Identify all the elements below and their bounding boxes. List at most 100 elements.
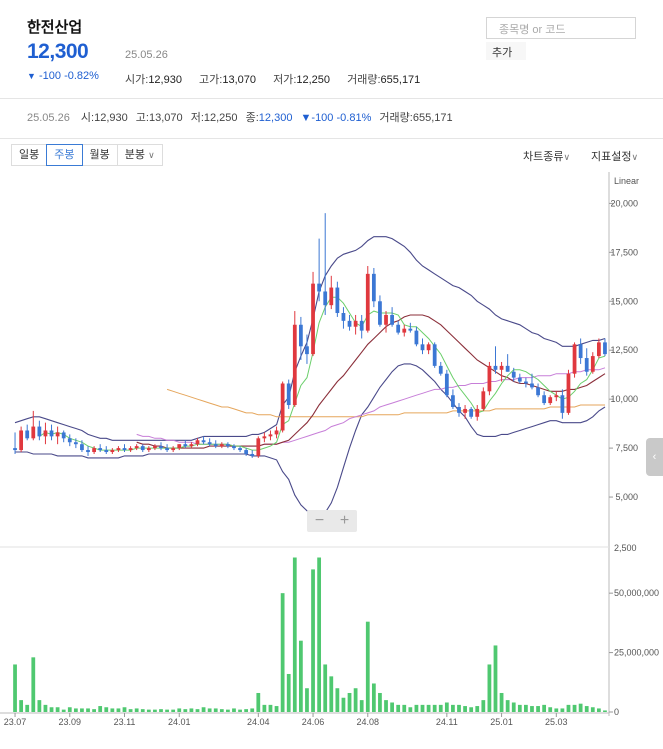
candle-body [548, 397, 553, 404]
candle-body [536, 387, 540, 396]
candle-body [55, 432, 60, 437]
divider [0, 138, 663, 139]
volume-bar [560, 708, 565, 712]
volume-bar [292, 557, 297, 712]
candle-body [524, 381, 528, 384]
info-close: 종:12,300 [245, 112, 293, 124]
tab-daily[interactable]: 일봉 [11, 144, 48, 166]
candle-body [262, 436, 267, 439]
period-tabs: 일봉 주봉 월봉 분봉 ∨ [11, 144, 163, 166]
divider [0, 98, 663, 99]
zoom-in-button[interactable]: + [340, 512, 349, 530]
time-tick-label: 24.01 [168, 717, 191, 727]
bollinger-upper-line [14, 236, 606, 441]
candle-body [207, 442, 212, 445]
candle-body [274, 430, 279, 435]
indicator-settings-menu[interactable]: 지표설정∨ [591, 148, 638, 164]
candle-body [335, 287, 340, 314]
volume-bar [37, 700, 42, 712]
candle-body [256, 438, 261, 456]
volume-bar [189, 708, 194, 712]
side-panel-toggle[interactable]: ‹ [646, 438, 663, 476]
volume-bar [487, 664, 492, 712]
volume-top-label: 2,500 [614, 543, 637, 553]
candle-body [371, 273, 376, 302]
chart-svg[interactable]: Linear 5,000 7,500 10,000 12,500 15,000 17,500… [0, 172, 663, 744]
volume-bar [359, 700, 364, 712]
candle-body [61, 432, 66, 439]
volume-bar [530, 706, 534, 712]
add-button[interactable]: 추가 [486, 42, 526, 60]
stock-name: 한전산업 [27, 19, 83, 36]
volume-bar [365, 621, 370, 712]
volume-bar [469, 707, 474, 712]
volume-bar [31, 657, 36, 712]
time-tick-label: 23.07 [4, 717, 27, 727]
candle-body [323, 291, 328, 306]
info-volume: 거래량:655,171 [379, 112, 453, 124]
volume-bar [55, 707, 60, 712]
tab-minute[interactable]: 분봉 ∨ [116, 144, 163, 166]
volume-bar [110, 708, 115, 712]
candle-body [384, 314, 388, 325]
time-tick-label: 25.01 [490, 717, 513, 727]
tab-weekly[interactable]: 주봉 [46, 144, 83, 166]
volume-bar [396, 704, 401, 712]
candle-body [13, 448, 17, 451]
candle-body [298, 324, 303, 347]
candle-body [603, 342, 607, 355]
time-tick-label: 25.03 [545, 717, 568, 727]
candle-body [499, 365, 504, 370]
time-tick-label: 24.11 [436, 717, 458, 727]
candle-body [505, 365, 510, 372]
ma20-line [136, 314, 606, 449]
chart-type-menu[interactable]: 차트종류∨ [523, 148, 570, 164]
candle-body [493, 365, 498, 370]
volume-bar [213, 708, 218, 712]
tab-monthly[interactable]: 월봉 [81, 144, 118, 166]
volume-tick-label: 0 [614, 707, 619, 717]
stock-search-input[interactable]: 종목명 or 코드 [486, 17, 636, 39]
info-date: 25.05.26 [27, 112, 70, 124]
candle-body [213, 444, 218, 447]
candle-body [159, 446, 163, 449]
volume-bar [232, 708, 236, 712]
volume-bar [61, 709, 66, 712]
candle-body [584, 358, 589, 372]
volume-bar [408, 707, 413, 712]
volume-bar [335, 688, 340, 712]
change-percent: -0.82% [64, 70, 99, 82]
candle-body [572, 344, 577, 374]
candle-body [292, 324, 297, 406]
volume-bar [256, 692, 261, 712]
price-change: ▼ -100 -0.82% [27, 70, 99, 82]
candle-body [481, 391, 486, 409]
candle-body [390, 314, 394, 325]
volume-bar [183, 709, 188, 712]
zoom-out-button[interactable]: − [315, 512, 324, 530]
volume-bar [49, 707, 54, 712]
candle-body [80, 444, 84, 451]
time-tick-label: 23.11 [114, 717, 136, 727]
volume-bar [438, 704, 443, 712]
candle-body [305, 346, 309, 355]
candle-body [414, 330, 419, 345]
candle-body [426, 344, 431, 351]
volume-bar [347, 692, 352, 712]
volume-bar [578, 703, 583, 712]
volume-bar [414, 704, 419, 712]
candle-body [596, 342, 601, 357]
candle-body [165, 448, 169, 451]
candle-body [365, 273, 370, 331]
price-tick-label: 10,000 [610, 394, 638, 404]
ma5-line [39, 296, 606, 451]
volume-bar [238, 709, 242, 712]
chevron-down-icon: ∨ [148, 150, 155, 160]
candle-body [469, 408, 474, 417]
candle-body [146, 448, 151, 451]
candle-body [37, 426, 42, 437]
stock-chart[interactable]: Linear 5,000 7,500 10,000 12,500 15,000 17,500… [0, 172, 663, 744]
volume-bar [548, 707, 553, 712]
candle-body [566, 373, 571, 413]
candle-body [378, 301, 382, 325]
